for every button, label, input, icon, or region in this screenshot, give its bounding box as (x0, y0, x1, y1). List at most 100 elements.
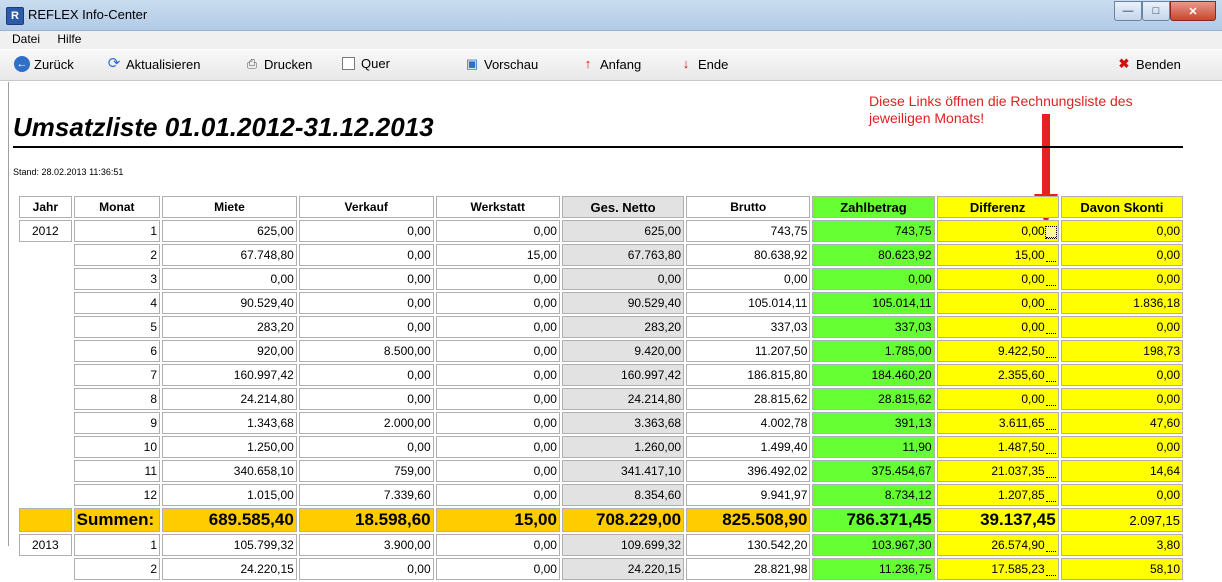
cell-werkstatt-value: 15,00 (526, 248, 557, 262)
cell-miete: 24.220,15 (162, 558, 297, 580)
col-jahr: Jahr (19, 196, 72, 218)
cell-monat: 3 (73, 268, 161, 290)
cell-skonti-value: 14,64 (1149, 464, 1180, 478)
invoice-list-link[interactable] (1045, 323, 1056, 334)
end-button[interactable]: ↓ Ende (678, 56, 729, 72)
cell-monat-value: 2 (150, 562, 158, 576)
cell-werkstatt-value: 0,00 (533, 272, 557, 286)
title-divider (13, 146, 1183, 148)
back-button[interactable]: ← Zurück (14, 56, 74, 72)
cell-netto: 90.529,40 (561, 292, 685, 314)
cell-werkstatt: 0,00 (435, 316, 560, 338)
cell-netto-value: 1.260,00 (634, 440, 682, 454)
sum-netto-value: 708.229,00 (596, 510, 682, 529)
cell-monat-value: 3 (150, 272, 158, 286)
table-row: 10 1.250,00 0,00 0,00 1.260,00 1.499,40 11,90 1… (19, 436, 1183, 458)
cell-differenz-value: 0,00 (1021, 272, 1045, 286)
cell-werkstatt: 0,00 (435, 340, 560, 362)
cell-brutto: 743,75 (686, 220, 811, 242)
refresh-icon: ⟳ (107, 55, 121, 72)
cell-monat: 7 (73, 364, 161, 386)
invoice-list-link[interactable] (1045, 299, 1056, 310)
cell-verkauf: 0,00 (298, 364, 434, 386)
cell-monat: 2 (73, 244, 161, 266)
cell-zahlbetrag: 184.460,20 (812, 364, 935, 386)
refresh-button[interactable]: ⟳ Aktualisieren (106, 55, 201, 72)
invoice-list-link[interactable] (1045, 371, 1056, 382)
close-icon[interactable]: ✕ (1170, 1, 1216, 21)
cell-miete: 625,00 (162, 220, 297, 242)
cell-werkstatt: 0,00 (435, 412, 560, 434)
cell-skonti-value: 198,73 (1143, 344, 1180, 358)
cell-netto-value: 24.220,15 (627, 562, 682, 576)
menu-datei[interactable]: Datei (6, 31, 46, 46)
cell-verkauf: 0,00 (298, 388, 434, 410)
invoice-list-link[interactable] (1045, 491, 1056, 502)
checkbox-icon[interactable] (342, 57, 355, 70)
cell-miete-value: 160.997,42 (233, 368, 294, 382)
cell-monat-value: 8 (150, 392, 158, 406)
cell-jahr (19, 436, 72, 458)
maximize-icon[interactable]: □ (1142, 1, 1170, 21)
cell-zahlbetrag-value: 391,13 (894, 416, 932, 430)
cell-miete-value: 340.658,10 (233, 464, 294, 478)
cell-zahlbetrag-value: 1.785,00 (884, 344, 932, 358)
quit-button[interactable]: ✖ Benden (1116, 56, 1181, 72)
cell-netto-value: 8.354,60 (634, 488, 682, 502)
cell-miete-value: 90.529,40 (240, 296, 294, 310)
cell-brutto-value: 105.014,11 (748, 296, 808, 310)
cell-miete: 1.343,68 (162, 412, 297, 434)
cell-zahlbetrag: 375.454,67 (812, 460, 935, 482)
start-button[interactable]: ↑ Anfang (580, 56, 641, 72)
minimize-icon[interactable]: — (1114, 1, 1142, 21)
cell-zahlbetrag-value: 8.734,12 (884, 488, 932, 502)
cell-verkauf: 8.500,00 (298, 340, 434, 362)
cell-differenz-value: 9.422,50 (998, 344, 1045, 358)
cell-netto-value: 3.363,68 (634, 416, 682, 430)
cell-skonti: 198,73 (1060, 340, 1183, 362)
col-skonti: Davon Skonti (1060, 196, 1183, 218)
cell-miete: 24.214,80 (162, 388, 297, 410)
window-title: REFLEX Info-Center (28, 7, 148, 22)
landscape-checkbox[interactable]: Quer (342, 56, 390, 71)
timestamp: Stand: 28.02.2013 11:36:51 (13, 167, 124, 177)
invoice-list-link[interactable] (1045, 251, 1056, 262)
cell-miete: 67.748,80 (162, 244, 297, 266)
table-row: 12 1.015,00 7.339,60 0,00 8.354,60 9.941,97 8.… (19, 484, 1183, 506)
cell-netto-value: 90.529,40 (627, 296, 682, 310)
cell-differenz: 26.574,90 (936, 534, 1059, 556)
invoice-list-link[interactable] (1045, 541, 1056, 552)
cell-monat: 12 (73, 484, 161, 506)
cell-netto: 9.420,00 (561, 340, 685, 362)
cell-skonti: 58,10 (1060, 558, 1183, 580)
invoice-list-link[interactable] (1045, 347, 1056, 358)
cell-brutto: 1.499,40 (686, 436, 811, 458)
print-button[interactable]: ⎙ Drucken (244, 56, 313, 72)
cell-netto-value: 109.699,32 (621, 538, 682, 552)
cell-netto: 625,00 (561, 220, 685, 242)
cell-brutto: 105.014,11 (686, 292, 811, 314)
sum-label-value: Summen: (76, 510, 155, 529)
invoice-list-link[interactable] (1045, 395, 1056, 406)
cell-jahr (19, 484, 72, 506)
cell-brutto: 28.821,98 (686, 558, 811, 580)
menu-bar: Datei Hilfe (0, 31, 1222, 49)
invoice-list-link[interactable] (1045, 467, 1056, 478)
cell-werkstatt: 0,00 (435, 460, 560, 482)
cell-netto: 160.997,42 (561, 364, 685, 386)
invoice-list-link[interactable] (1045, 443, 1056, 454)
sum-jahr-cell (19, 508, 72, 532)
invoice-list-link[interactable] (1045, 565, 1056, 576)
cell-skonti-value: 0,00 (1156, 272, 1180, 286)
cell-brutto-value: 130.542,20 (747, 538, 808, 552)
cell-monat-value: 6 (150, 344, 158, 358)
invoice-list-link[interactable] (1045, 419, 1056, 430)
preview-button[interactable]: ▣ Vorschau (464, 56, 538, 72)
invoice-list-link[interactable] (1045, 275, 1056, 286)
sum-miete: 689.585,40 (162, 508, 297, 532)
cell-zahlbetrag-value: 28.815,62 (878, 392, 932, 406)
cell-brutto-value: 1.499,40 (760, 440, 808, 454)
menu-hilfe[interactable]: Hilfe (51, 31, 87, 46)
invoice-list-link[interactable] (1044, 226, 1057, 239)
cell-verkauf-value: 7.339,60 (383, 488, 431, 502)
